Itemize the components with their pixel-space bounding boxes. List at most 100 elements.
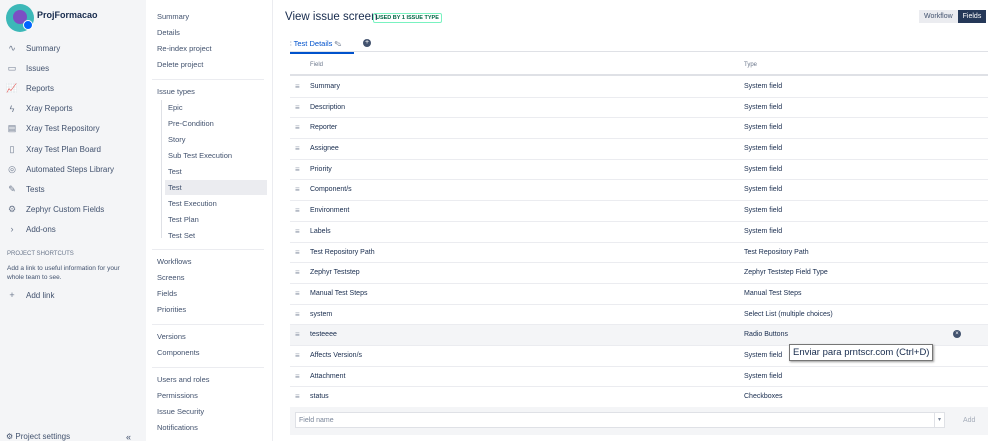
- drag-handle-icon[interactable]: ≡: [295, 165, 300, 174]
- project-settings-label: Project settings: [15, 432, 71, 441]
- nav-issue-type[interactable]: Epic: [168, 101, 183, 115]
- view-toggle: Workflow Fields: [919, 10, 987, 23]
- nav-link[interactable]: Versions: [157, 330, 186, 344]
- pulse-icon: ∿: [8, 42, 16, 53]
- lightning-icon: ϟ: [9, 103, 15, 114]
- nav-link[interactable]: Workflows: [157, 255, 191, 269]
- project-sidebar: ProjFormacao ∿ Summary ▭ Issues 📈 Reports ϟ Xra…: [0, 0, 146, 442]
- table-row[interactable]: ≡ status Checkboxes: [290, 387, 988, 408]
- project-settings-link[interactable]: ⚙ Project settings: [6, 432, 70, 441]
- column-header-type: Type: [744, 62, 758, 68]
- nav-link[interactable]: Permissions: [157, 389, 198, 403]
- nav-link[interactable]: Users and roles: [157, 373, 210, 387]
- drag-handle-icon[interactable]: ≡: [295, 185, 300, 194]
- sidebar-item-reports[interactable]: 📈 Reports: [6, 81, 54, 95]
- nav-link[interactable]: Summary: [157, 10, 189, 24]
- plus-icon: +: [9, 290, 15, 300]
- drag-handle-icon[interactable]: ≡: [295, 310, 300, 319]
- nav-link[interactable]: Screens: [157, 271, 185, 285]
- drag-handle-icon[interactable]: ≡: [295, 351, 300, 360]
- drag-handle-icon[interactable]: ≡: [295, 268, 300, 277]
- nav-issue-type[interactable]: Test Plan: [168, 213, 199, 227]
- drag-handle-icon[interactable]: ≡: [295, 82, 300, 91]
- sidebar-item-summary[interactable]: ∿ Summary: [6, 41, 60, 55]
- field-type: System field: [744, 83, 783, 90]
- nav-issue-type[interactable]: Test: [168, 181, 182, 195]
- add-field-button[interactable]: Add: [963, 417, 975, 424]
- drag-handle-icon[interactable]: ≡: [295, 227, 300, 236]
- sidebar-item-xray-test-plan-board[interactable]: ▯ Xray Test Plan Board: [6, 142, 102, 156]
- sidebar-item-automated-steps-library[interactable]: ◎ Automated Steps Library: [6, 162, 114, 176]
- add-tab-icon[interactable]: +: [363, 39, 371, 47]
- field-name: Summary: [310, 83, 340, 90]
- add-link-button[interactable]: + Add link: [6, 288, 54, 302]
- table-row[interactable]: ≡ Attachment System field: [290, 367, 988, 388]
- nav-issue-type[interactable]: Pre-Condition: [168, 117, 214, 131]
- nav-link[interactable]: Components: [157, 346, 200, 360]
- table-row[interactable]: ≡ Labels System field: [290, 222, 988, 243]
- drag-handle-icon[interactable]: ≡: [295, 372, 300, 381]
- field-name: Assignee: [310, 145, 339, 153]
- drag-handle-icon[interactable]: ≡: [295, 248, 300, 257]
- field-type: System field: [744, 351, 783, 359]
- nav-issue-type[interactable]: Test: [168, 165, 182, 179]
- nav-link[interactable]: Re-index project: [157, 42, 212, 56]
- field-name-placeholder: Field name: [299, 417, 334, 424]
- nav-issue-type[interactable]: Test Set: [168, 229, 195, 243]
- table-row[interactable]: ≡ Priority System field: [290, 160, 988, 181]
- table-row[interactable]: ≡ Summary System field: [290, 77, 988, 98]
- table-row[interactable]: ≡ Test Repository Path Test Repository Pat…: [290, 243, 988, 264]
- chevron-right-icon: ›: [10, 224, 14, 234]
- sidebar-item-label: Summary: [26, 43, 61, 53]
- sidebar-item-tests[interactable]: ✎ Tests: [6, 182, 45, 196]
- sidebar-item-label: Zephyr Custom Fields: [26, 205, 105, 215]
- nav-issue-type[interactable]: Sub Test Execution: [168, 149, 232, 163]
- sidebar-item-add-ons[interactable]: › Add-ons: [6, 222, 56, 236]
- zephyr-icon: ⚙: [7, 204, 17, 215]
- field-name: status: [310, 393, 329, 401]
- pencil-icon[interactable]: ✎: [332, 39, 341, 48]
- table-row[interactable]: ≡ testeeee Radio Buttons ×: [290, 325, 988, 346]
- drag-handle-icon[interactable]: ≡: [295, 144, 300, 153]
- nav-issue-types-heading[interactable]: Issue types: [157, 85, 195, 99]
- nav-link[interactable]: Priorities: [157, 303, 186, 317]
- table-row[interactable]: ≡ Assignee System field: [290, 139, 988, 160]
- table-row[interactable]: ≡ Zephyr Teststep Zephyr Teststep Field Ty…: [290, 263, 988, 284]
- table-row[interactable]: ≡ Component/s System field: [290, 180, 988, 202]
- sidebar-item-zephyr-custom-fields[interactable]: ⚙ Zephyr Custom Fields: [6, 203, 104, 217]
- table-row[interactable]: ≡ Reporter System field: [290, 118, 988, 140]
- field-type: System field: [744, 227, 783, 235]
- drag-handle-icon[interactable]: ≡: [295, 330, 300, 339]
- sidebar-item-xray-reports[interactable]: ϟ Xray Reports: [6, 102, 73, 116]
- field-name: Test Repository Path: [310, 248, 375, 256]
- drag-handle-icon[interactable]: ≡: [295, 123, 300, 132]
- drag-handle-icon[interactable]: ≡: [295, 289, 300, 298]
- sidebar-item-label: Tests: [26, 184, 45, 194]
- sidebar-item-issues[interactable]: ▭ Issues: [6, 61, 49, 75]
- remove-field-icon[interactable]: ×: [953, 330, 961, 339]
- nav-issue-type[interactable]: Test Execution: [168, 197, 217, 211]
- chevron-down-icon[interactable]: ▾: [934, 413, 944, 427]
- drag-handle-icon[interactable]: ≡: [295, 392, 300, 401]
- table-row[interactable]: ≡ Description System field: [290, 98, 988, 119]
- nav-link[interactable]: Details: [157, 26, 180, 40]
- table-row[interactable]: ≡ Manual Test Steps Manual Test Steps: [290, 284, 988, 305]
- field-name: Component/s: [310, 186, 352, 194]
- field-name: system: [310, 310, 333, 318]
- usage-badge[interactable]: USED BY 1 ISSUE TYPE: [373, 13, 442, 23]
- table-row[interactable]: ≡ Environment System field: [290, 201, 988, 222]
- sidebar-item-xray-test-repository[interactable]: ▤ Xray Test Repository: [6, 122, 100, 136]
- fields-button[interactable]: Fields: [957, 10, 987, 23]
- workflow-button[interactable]: Workflow: [919, 10, 958, 23]
- table-row[interactable]: ≡ system Select List (multiple choices): [290, 305, 988, 326]
- drag-handle-icon[interactable]: ≡: [295, 206, 300, 215]
- nav-link[interactable]: Issue Security: [157, 405, 204, 419]
- nav-link[interactable]: Notifications: [157, 421, 198, 435]
- field-name-input[interactable]: Field name ▾: [295, 412, 945, 428]
- nav-link[interactable]: Fields: [157, 287, 177, 301]
- nav-issue-type[interactable]: Story: [168, 133, 186, 147]
- project-name[interactable]: ProjFormacao: [37, 10, 98, 20]
- nav-link[interactable]: Delete project: [157, 58, 203, 72]
- drag-handle-icon[interactable]: ≡: [295, 103, 300, 112]
- field-name: Labels: [310, 227, 331, 235]
